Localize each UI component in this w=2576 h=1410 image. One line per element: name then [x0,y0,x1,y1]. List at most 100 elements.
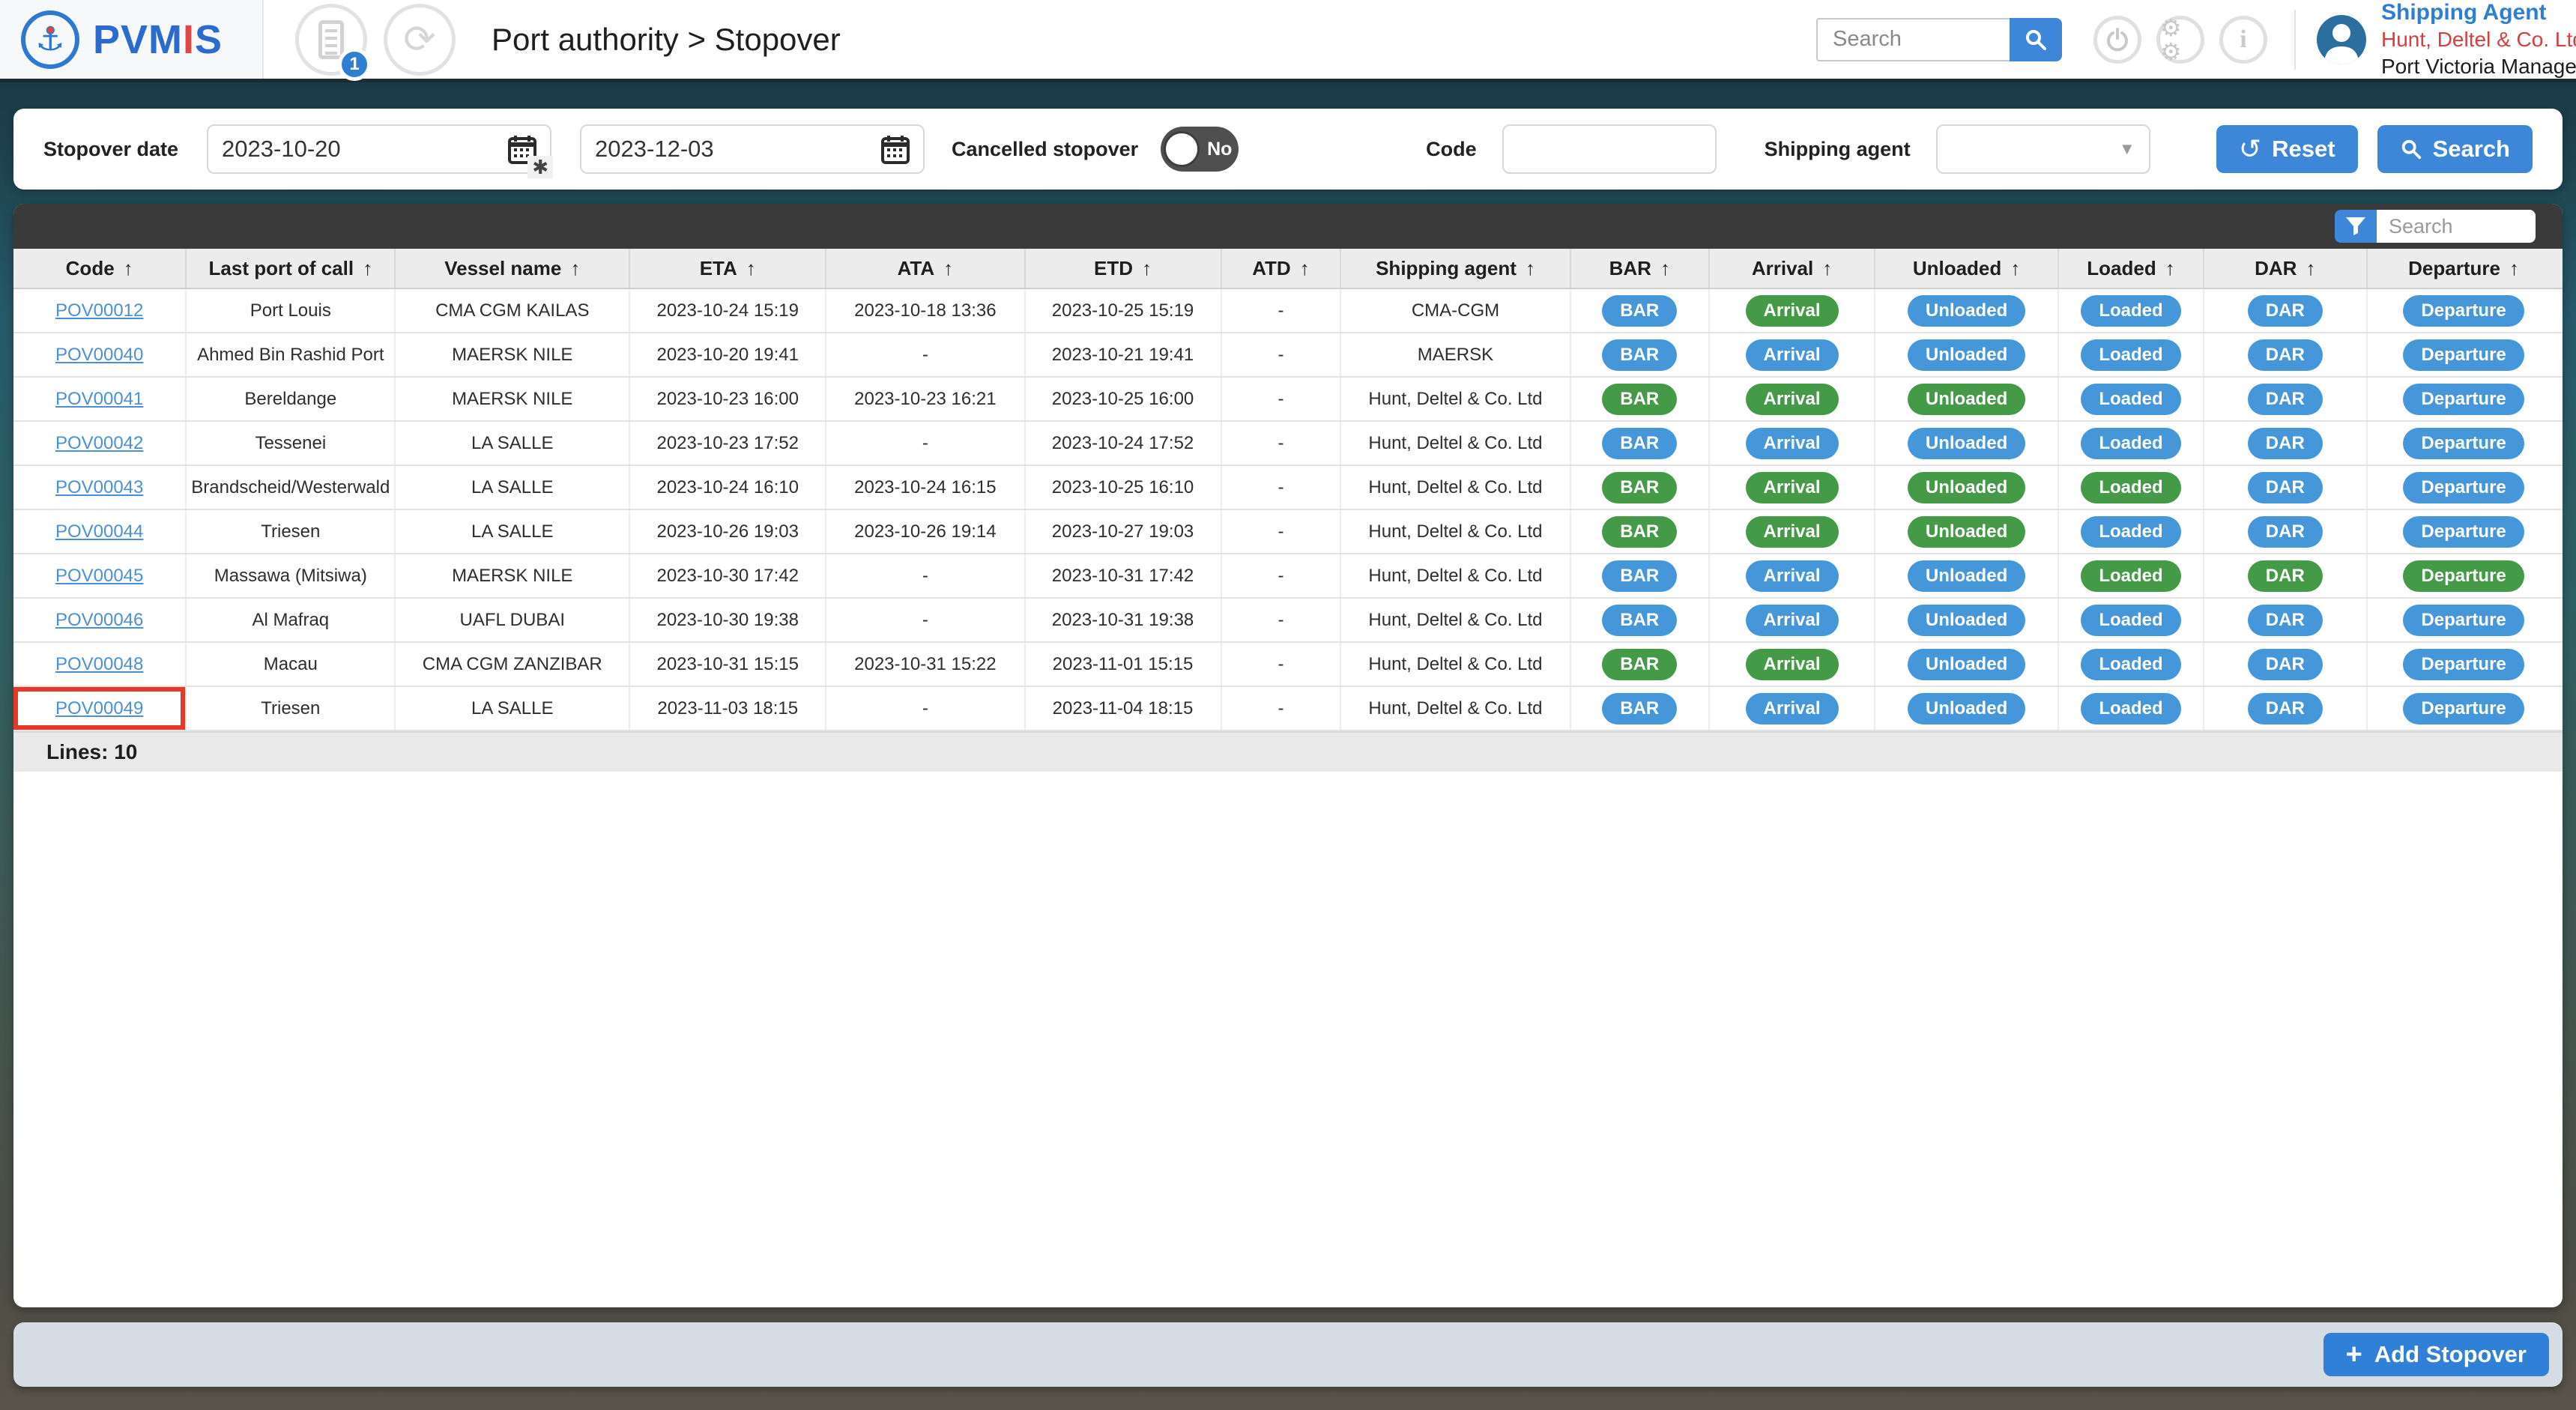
bar-chip-button[interactable]: BAR [1602,560,1677,592]
loaded-chip-button[interactable]: Loaded [2081,428,2180,459]
loaded-chip-button[interactable]: Loaded [2081,295,2180,327]
settings-button[interactable]: ⚙ ⚙ [2156,16,2204,64]
stopover-code-link[interactable]: POV00044 [55,521,143,542]
bar-chip-button[interactable]: BAR [1602,693,1677,724]
departure-chip-button[interactable]: Departure [2403,295,2524,327]
departure-chip-button[interactable]: Departure [2403,560,2524,592]
stopover-code-link[interactable]: POV00040 [55,345,143,366]
departure-chip-button[interactable]: Departure [2403,472,2524,503]
bar-chip-button[interactable]: BAR [1602,516,1677,548]
filter-funnel-button[interactable] [2335,210,2377,243]
column-header-shipping-agent[interactable]: Shipping agent↑ [1341,249,1570,288]
bar-chip-button[interactable]: BAR [1602,339,1677,371]
arrival-chip-button[interactable]: Arrival [1746,649,1839,680]
column-header-etd[interactable]: ETD↑ [1026,249,1222,288]
loaded-chip-button[interactable]: Loaded [2081,472,2180,503]
departure-chip-button[interactable]: Departure [2403,693,2524,724]
stopover-code-link[interactable]: POV00042 [55,433,143,454]
departure-chip-button[interactable]: Departure [2403,428,2524,459]
shipping-agent-select[interactable]: ▼ [1936,124,2150,174]
info-button[interactable]: i [2219,16,2267,64]
dar-chip-button[interactable]: DAR [2248,649,2323,680]
arrival-chip-button[interactable]: Arrival [1746,605,1839,636]
unloaded-chip-button[interactable]: Unloaded [1908,605,2025,636]
dar-chip-button[interactable]: DAR [2248,693,2323,724]
notifications-doc-button[interactable]: 1 [295,4,367,76]
filter-search-button[interactable]: Search [2377,125,2533,173]
dar-chip-button[interactable]: DAR [2248,605,2323,636]
column-header-loaded[interactable]: Loaded↑ [2059,249,2204,288]
global-search-input[interactable] [1816,18,2010,61]
unloaded-chip-button[interactable]: Unloaded [1908,295,2025,327]
loaded-chip-button[interactable]: Loaded [2081,605,2180,636]
bar-chip-button[interactable]: BAR [1602,295,1677,327]
column-header-last-port-of-call[interactable]: Last port of call↑ [187,249,396,288]
loaded-chip-button[interactable]: Loaded [2081,560,2180,592]
arrival-chip-button[interactable]: Arrival [1746,428,1839,459]
loaded-chip-button[interactable]: Loaded [2081,649,2180,680]
arrival-chip-button[interactable]: Arrival [1746,516,1839,548]
user-info[interactable]: Shipping Agent Hunt, Deltel & Co. Ltd Po… [2381,0,2576,80]
departure-chip-button[interactable]: Departure [2403,339,2524,371]
unloaded-chip-button[interactable]: Unloaded [1908,472,2025,503]
unloaded-chip-button[interactable]: Unloaded [1908,384,2025,415]
unloaded-chip-button[interactable]: Unloaded [1908,693,2025,724]
unloaded-chip-button[interactable]: Unloaded [1908,339,2025,371]
arrival-chip-button[interactable]: Arrival [1746,693,1839,724]
column-header-arrival[interactable]: Arrival↑ [1710,249,1875,288]
bar-chip-button[interactable]: BAR [1602,384,1677,415]
dar-chip-button[interactable]: DAR [2248,428,2323,459]
user-avatar[interactable] [2317,15,2366,64]
stopover-code-link[interactable]: POV00048 [55,654,143,675]
dar-chip-button[interactable]: DAR [2248,295,2323,327]
column-header-atd[interactable]: ATD↑ [1222,249,1342,288]
global-search-button[interactable] [2010,18,2062,61]
arrival-chip-button[interactable]: Arrival [1746,295,1839,327]
unloaded-chip-button[interactable]: Unloaded [1908,560,2025,592]
column-header-ata[interactable]: ATA↑ [826,249,1025,288]
date-to-field[interactable]: 2023-12-03 [580,124,925,174]
arrival-chip-button[interactable]: Arrival [1746,560,1839,592]
bar-chip-button[interactable]: BAR [1602,472,1677,503]
logo-block[interactable]: ⚓ PVMIS [0,0,264,79]
bar-chip-button[interactable]: BAR [1602,428,1677,459]
departure-chip-button[interactable]: Departure [2403,605,2524,636]
stopover-code-link[interactable]: POV00049 [55,698,143,719]
date-from-field[interactable]: 2023-10-20 ✱ [207,124,551,174]
cancelled-stopover-toggle[interactable]: No [1161,127,1239,172]
departure-chip-button[interactable]: Departure [2403,649,2524,680]
reset-button[interactable]: ↺ Reset [2216,125,2358,173]
bar-chip-button[interactable]: BAR [1602,605,1677,636]
column-header-unloaded[interactable]: Unloaded↑ [1875,249,2059,288]
loaded-chip-button[interactable]: Loaded [2081,516,2180,548]
column-header-code[interactable]: Code↑ [13,249,187,288]
column-header-eta[interactable]: ETA↑ [630,249,826,288]
stopover-code-link[interactable]: POV00046 [55,610,143,631]
logout-button[interactable] [2093,16,2141,64]
refresh-button[interactable]: ⟳ [384,4,456,76]
stopover-code-link[interactable]: POV00043 [55,477,143,498]
column-header-dar[interactable]: DAR↑ [2204,249,2368,288]
loaded-chip-button[interactable]: Loaded [2081,693,2180,724]
bar-chip-button[interactable]: BAR [1602,649,1677,680]
dar-chip-button[interactable]: DAR [2248,516,2323,548]
stopover-code-link[interactable]: POV00041 [55,389,143,410]
dar-chip-button[interactable]: DAR [2248,384,2323,415]
column-header-bar[interactable]: BAR↑ [1571,249,1710,288]
dar-chip-button[interactable]: DAR [2248,472,2323,503]
dar-chip-button[interactable]: DAR [2248,339,2323,371]
arrival-chip-button[interactable]: Arrival [1746,339,1839,371]
column-header-departure[interactable]: Departure↑ [2368,249,2560,288]
dar-chip-button[interactable]: DAR [2248,560,2323,592]
column-header-vessel-name[interactable]: Vessel name↑ [396,249,630,288]
arrival-chip-button[interactable]: Arrival [1746,472,1839,503]
table-search-input[interactable] [2377,210,2536,243]
stopover-code-link[interactable]: POV00045 [55,566,143,587]
loaded-chip-button[interactable]: Loaded [2081,384,2180,415]
code-input[interactable] [1502,124,1717,174]
stopover-code-link[interactable]: POV00012 [55,300,143,321]
unloaded-chip-button[interactable]: Unloaded [1908,516,2025,548]
add-stopover-button[interactable]: + Add Stopover [2323,1333,2549,1376]
arrival-chip-button[interactable]: Arrival [1746,384,1839,415]
unloaded-chip-button[interactable]: Unloaded [1908,649,2025,680]
